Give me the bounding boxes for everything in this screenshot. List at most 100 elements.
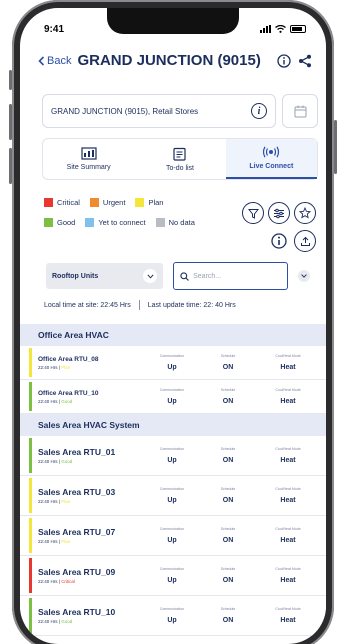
unit-comm-column: Communication Up bbox=[150, 567, 194, 584]
unit-mode-value: Heat bbox=[280, 364, 296, 371]
legend-swatch bbox=[44, 218, 53, 227]
group-header[interactable]: Sales Area HVAC System bbox=[20, 414, 326, 436]
unit-mode-value: Heat bbox=[280, 617, 296, 624]
site-summary-icon bbox=[81, 147, 97, 160]
back-label: Back bbox=[47, 54, 72, 67]
unit-name: Sales Area RTU_07 bbox=[38, 527, 116, 537]
unit-row[interactable]: Sales Area RTU_01 22:40 Hrs | Good Communi… bbox=[20, 436, 326, 476]
column-label: Cool/Heat Mode bbox=[275, 567, 301, 571]
share-icon bbox=[298, 54, 311, 67]
column-label: Schedule bbox=[220, 388, 236, 392]
status-bar-indicator bbox=[29, 348, 32, 377]
unit-time: 22:40 Hrs bbox=[38, 398, 58, 404]
unit-comm-value: Up bbox=[167, 497, 177, 504]
last-update-time: Last update time: 22: 40 Hrs bbox=[147, 301, 236, 309]
unit-comm-column: Communication Up bbox=[150, 388, 194, 405]
legend-swatch bbox=[44, 198, 53, 207]
search-icon bbox=[180, 271, 189, 281]
unit-row[interactable]: Office Area RTU_08 22:40 Hrs | Plan Commun… bbox=[20, 346, 326, 380]
filter-button[interactable] bbox=[242, 202, 264, 224]
site-selector[interactable]: GRAND JUNCTION (9015), Retail Stores i bbox=[42, 94, 276, 128]
expand-chevron-icon[interactable] bbox=[298, 270, 310, 282]
unit-comm-column: Communication Up bbox=[150, 527, 194, 544]
legend-item-no-data: No data bbox=[155, 218, 195, 227]
unit-name: Office Area RTU_08 bbox=[38, 355, 99, 363]
column-label: Communication bbox=[159, 567, 185, 571]
back-button[interactable]: Back bbox=[38, 55, 71, 67]
status-time: 9:41 bbox=[44, 23, 65, 35]
group-header[interactable]: Office Area HVAC bbox=[20, 324, 326, 346]
unit-name-block: Sales Area RTU_03 22:40 Hrs | Plan bbox=[20, 487, 148, 504]
legend-swatch bbox=[155, 218, 165, 227]
chevron-down-icon bbox=[143, 269, 158, 283]
unit-name: Sales Area RTU_03 bbox=[38, 487, 116, 497]
unit-comm-column: Communication Up bbox=[150, 447, 194, 464]
unit-status: Plan bbox=[61, 364, 71, 370]
column-label: Communication bbox=[159, 388, 185, 392]
dropdown-value: Rooftop Units bbox=[52, 272, 99, 280]
tab-site-summary[interactable]: Site Summary bbox=[43, 139, 134, 179]
search-placeholder: Search... bbox=[193, 272, 222, 280]
tab-label: Live Connect bbox=[249, 163, 294, 170]
divider bbox=[138, 300, 140, 310]
favorite-button[interactable] bbox=[294, 202, 316, 224]
status-icons bbox=[260, 25, 306, 33]
unit-schedule-value: ON bbox=[222, 457, 234, 464]
unit-mode-column: Cool/Heat Mode Heat bbox=[266, 354, 310, 371]
settings-sliders-button[interactable] bbox=[268, 202, 290, 224]
legend-swatch bbox=[85, 218, 95, 227]
unit-row[interactable]: Sales Area RTU_07 22:40 Hrs | Plan Communi… bbox=[20, 516, 326, 556]
column-label: Cool/Heat Mode bbox=[275, 527, 301, 531]
unit-status: Good bbox=[61, 398, 73, 404]
column-label: Schedule bbox=[220, 487, 236, 491]
column-label: Cool/Heat Mode bbox=[275, 354, 301, 358]
header: Back GRAND JUNCTION (9015) bbox=[38, 52, 312, 69]
legend-item-critical: Critical bbox=[44, 198, 80, 207]
search-input[interactable]: Search... bbox=[173, 262, 289, 290]
unit-schedule-column: Schedule ON bbox=[206, 388, 250, 405]
unit-mode-column: Cool/Heat Mode Heat bbox=[266, 567, 310, 584]
unit-row[interactable]: Sales Area RTU_03 22:40 Hrs | Plan Communi… bbox=[20, 476, 326, 516]
unit-name: Sales Area RTU_09 bbox=[38, 567, 116, 577]
export-button[interactable] bbox=[294, 230, 316, 252]
info-button[interactable] bbox=[276, 53, 291, 68]
calendar-button[interactable] bbox=[282, 94, 318, 128]
unit-mode-column: Cool/Heat Mode Heat bbox=[266, 607, 310, 624]
legend-swatch bbox=[89, 198, 99, 207]
unit-row[interactable]: Office Area RTU_10 22:40 Hrs | Good Commun… bbox=[20, 380, 326, 414]
calendar-icon bbox=[294, 105, 306, 117]
unit-comm-value: Up bbox=[167, 537, 177, 544]
unit-time: 22:40 Hrs bbox=[38, 619, 58, 624]
unit-comm-column: Communication Up bbox=[150, 607, 194, 624]
app-screen: 9:41 Back GRAND JUNCTION (9015) GRAND JU… bbox=[20, 8, 326, 644]
unit-comm-value: Up bbox=[167, 398, 177, 405]
unit-schedule-value: ON bbox=[222, 577, 234, 584]
legend-label: Critical bbox=[57, 198, 80, 207]
status-bar-indicator bbox=[29, 518, 32, 553]
unit-row[interactable]: Sales Area RTU_09 22:40 Hrs | Critical Com… bbox=[20, 556, 326, 596]
volume-up-button bbox=[9, 104, 12, 140]
share-button[interactable] bbox=[297, 53, 312, 68]
unit-name-block: Office Area RTU_10 22:40 Hrs | Good bbox=[20, 390, 148, 404]
upload-icon bbox=[300, 236, 310, 246]
legend-info-button[interactable] bbox=[268, 230, 290, 252]
site-info-icon[interactable]: i bbox=[251, 103, 267, 119]
column-label: Schedule bbox=[220, 567, 236, 571]
legend-item-plan: Plan bbox=[135, 198, 163, 207]
unit-schedule-column: Schedule ON bbox=[206, 607, 250, 624]
column-label: Communication bbox=[159, 607, 185, 611]
tab-live-connect[interactable]: Live Connect bbox=[225, 139, 317, 179]
unit-time: 22:40 Hrs bbox=[38, 499, 58, 504]
unit-type-dropdown[interactable]: Rooftop Units bbox=[46, 263, 164, 289]
unit-list: Office Area HVAC Office Area RTU_08 22:40 … bbox=[20, 324, 326, 636]
tab-todo-list[interactable]: To-do list bbox=[134, 139, 225, 179]
unit-name-block: Sales Area RTU_07 22:40 Hrs | Plan bbox=[20, 527, 148, 544]
page-title: GRAND JUNCTION (9015) bbox=[77, 52, 261, 69]
unit-subtitle: 22:40 Hrs | Good bbox=[38, 619, 73, 624]
status-bar-indicator bbox=[29, 598, 32, 633]
unit-row[interactable]: Sales Area RTU_10 22:40 Hrs | Good Communi… bbox=[20, 596, 326, 636]
unit-mode-column: Cool/Heat Mode Heat bbox=[266, 447, 310, 464]
site-name: GRAND JUNCTION (9015), Retail Stores bbox=[51, 106, 199, 116]
column-label: Communication bbox=[159, 354, 185, 358]
unit-time: 22:40 Hrs bbox=[38, 364, 58, 370]
